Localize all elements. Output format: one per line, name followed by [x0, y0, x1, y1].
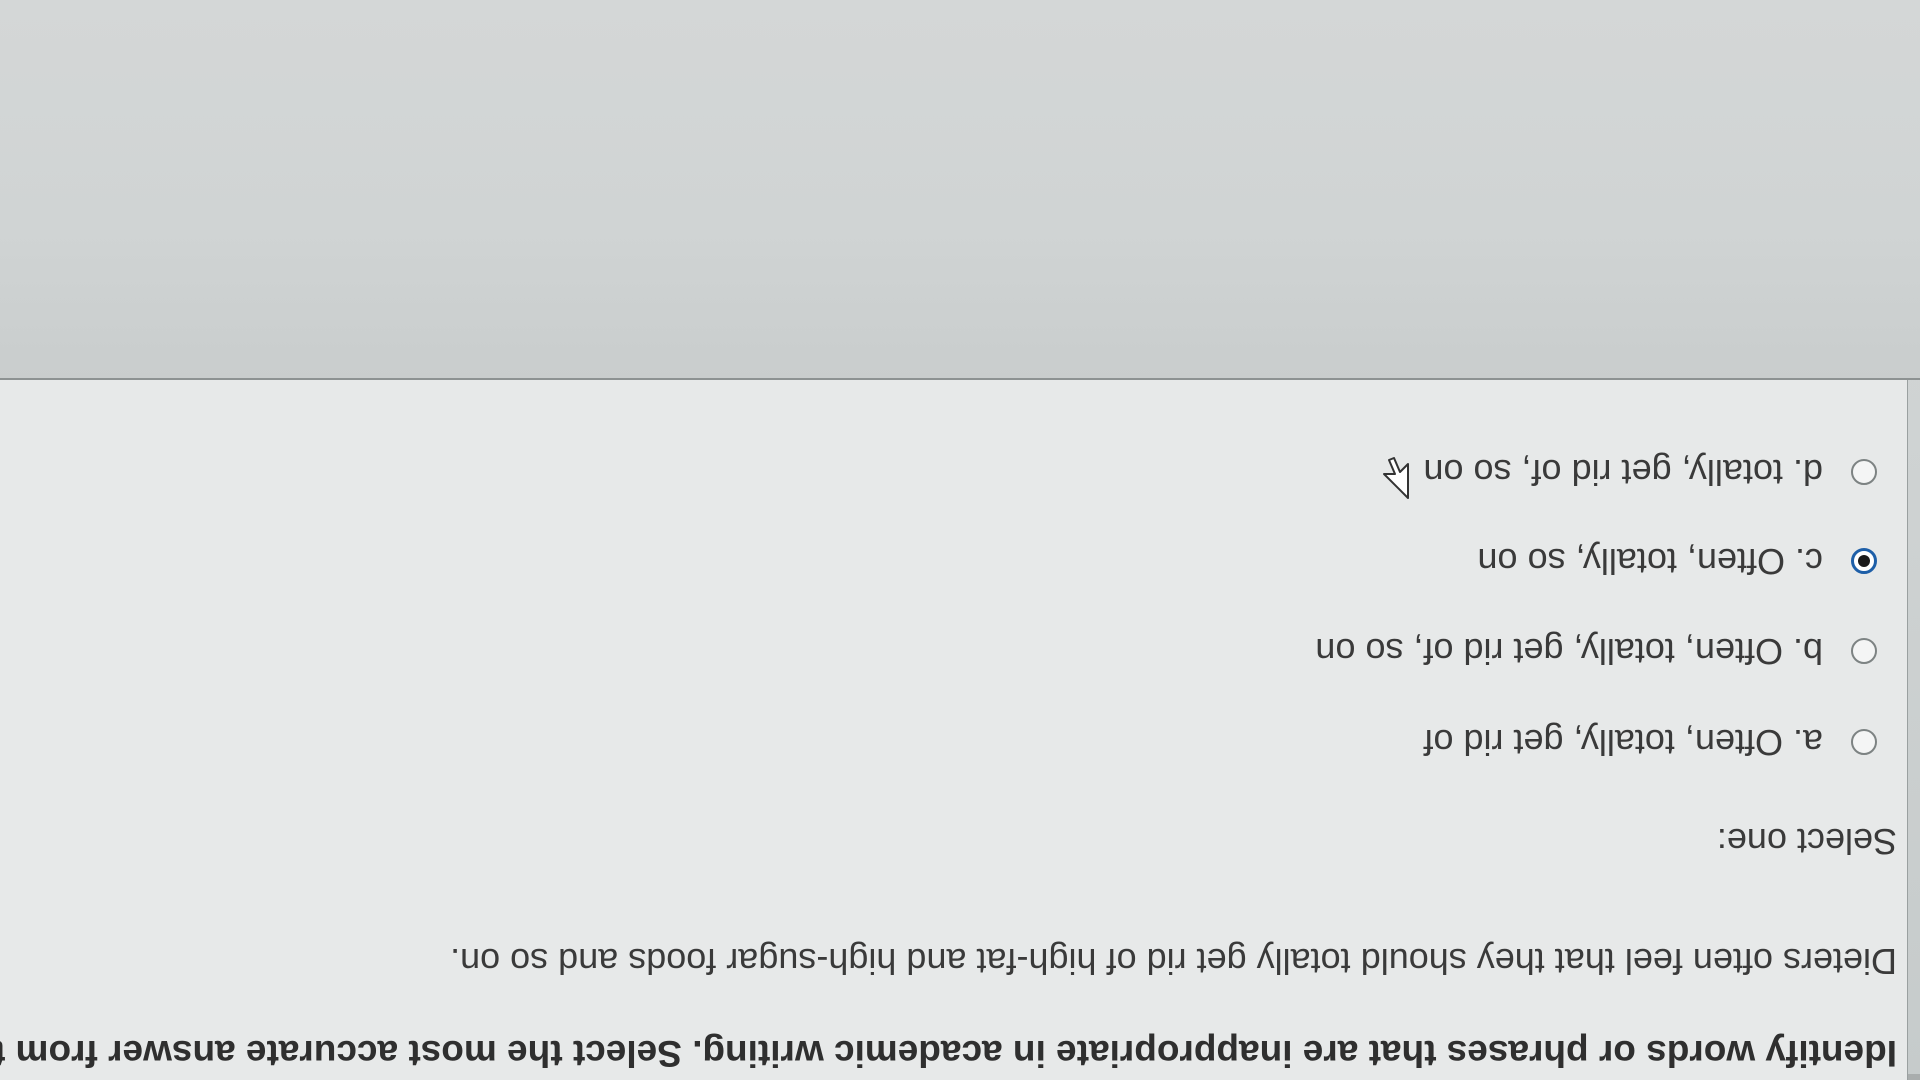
radio-filled-icon[interactable] — [1851, 548, 1877, 574]
question-sentence: Dieters often feel that they should tota… — [450, 941, 1897, 982]
answer-option-d[interactable]: d. totally, get rid of, so on — [1423, 450, 1877, 494]
question-card: Identify words or phrases that are inapp… — [0, 379, 1908, 1080]
answer-option-b[interactable]: b. Often, totally, get rid of, so on — [1315, 629, 1877, 673]
answer-option-b-label[interactable]: b. Often, totally, get rid of, so on — [1315, 630, 1823, 672]
answer-option-a[interactable]: a. Often, totally, get rid of — [1423, 720, 1877, 764]
question-instruction: Identify words or phrases that are inapp… — [0, 1033, 1897, 1074]
section-divider — [0, 378, 1920, 380]
radio-empty-icon[interactable] — [1851, 638, 1877, 664]
arrow-cursor-icon — [1383, 457, 1409, 499]
photo-of-screen: Identify words or phrases that are inapp… — [0, 0, 1920, 1080]
answer-option-d-label[interactable]: d. totally, get rid of, so on — [1423, 451, 1823, 493]
radio-empty-icon[interactable] — [1851, 459, 1877, 485]
radio-empty-icon[interactable] — [1851, 729, 1877, 755]
answer-option-a-label[interactable]: a. Often, totally, get rid of — [1423, 721, 1823, 763]
select-one-label: Select one: — [1716, 821, 1897, 862]
answer-option-c-label[interactable]: c. Often, totally, so on — [1478, 540, 1824, 582]
answer-option-c[interactable]: c. Often, totally, so on — [1478, 539, 1877, 583]
quiz-page: Identify words or phrases that are inapp… — [0, 0, 1920, 1080]
empty-page-area — [0, 0, 1920, 380]
